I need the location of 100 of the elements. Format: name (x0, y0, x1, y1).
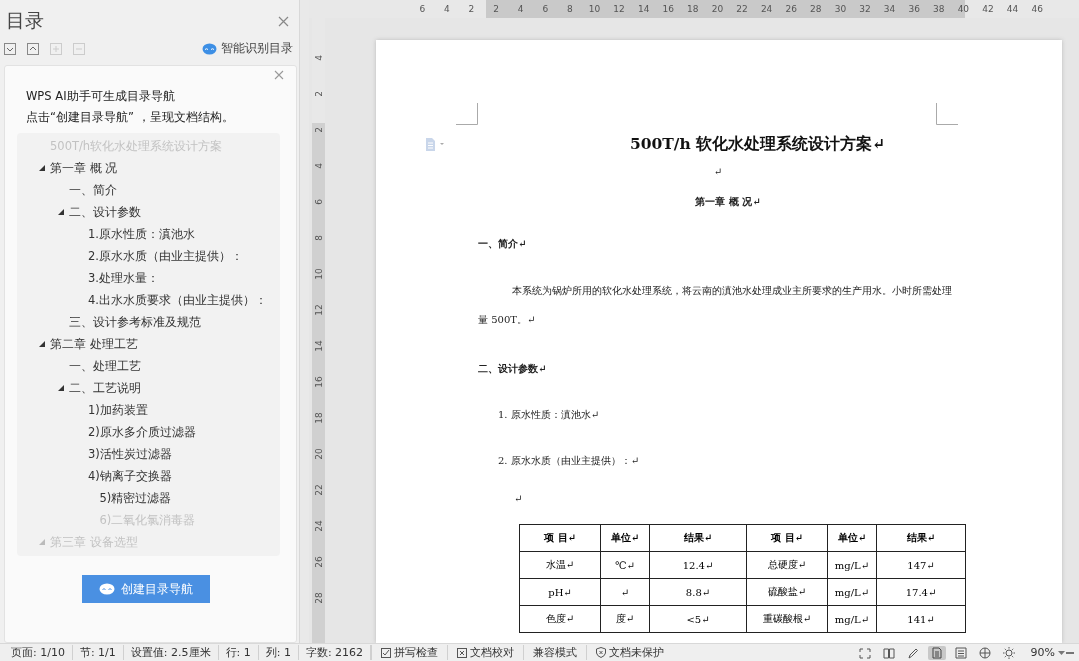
ruler-number: 26 (784, 4, 798, 14)
dropdown-caret-icon[interactable] (1058, 650, 1065, 655)
list-item: 1. 原水性质：滇池水↵ (497, 408, 601, 422)
toc-item[interactable]: 三、设计参考标准及规范 (69, 314, 201, 330)
toc-item[interactable]: 2)原水多介质过滤器 (88, 424, 196, 440)
table-cell: 水温↵ (519, 551, 601, 579)
table-header: 结果↵ (876, 524, 966, 552)
margin-mark-icon (936, 103, 958, 125)
ruler-number: 40 (956, 4, 971, 14)
shield-icon (596, 647, 607, 658)
toc-item[interactable]: 3.处理水量： (88, 270, 159, 286)
ruler-number: 2 (312, 127, 325, 133)
expanded-triangle-icon[interactable] (58, 385, 64, 391)
ruler-number: 20 (312, 448, 325, 460)
smart-toc-button[interactable]: 智能识别目录 (202, 40, 293, 57)
table-cell: pH↵ (519, 578, 601, 606)
ruler-number: 28 (809, 4, 823, 14)
ruler-number: 18 (312, 412, 325, 424)
table-cell: 色度↵ (519, 605, 601, 633)
toc-item[interactable]: 1.原水性质：滇池水 (88, 226, 195, 242)
paragraph-mark: ↵ (513, 492, 524, 506)
toc-item[interactable]: 4)钠离子交换器 (88, 468, 172, 484)
toc-item[interactable]: 一、简介 (69, 182, 117, 198)
spell-check-button[interactable]: 拼写检查 (371, 645, 448, 660)
expanded-triangle-icon[interactable] (39, 165, 45, 171)
status-text: 列: 1 (258, 645, 299, 660)
table-cell: 硫酸盐↵ (746, 578, 828, 606)
toc-item[interactable]: 2.原水水质（由业主提供）： (88, 248, 243, 264)
ruler-number: 22 (312, 484, 325, 496)
toc-item[interactable]: 1)加药装置 (88, 402, 148, 418)
table-cell: mg/L↵ (827, 605, 877, 633)
toc-item[interactable]: 第一章 概 况 (50, 160, 118, 176)
table-header: 项 目↵ (746, 524, 828, 552)
chapter-heading: 第一章 概 况↵ (694, 195, 762, 209)
ruler-number: 46 (1030, 4, 1044, 14)
section-heading: 二、设计参数↵ (478, 362, 548, 376)
ruler-number: 20 (710, 4, 725, 14)
ruler-number: 42 (981, 4, 995, 14)
ruler-number: 14 (312, 340, 325, 352)
toc-item[interactable]: 3)活性炭过滤器 (88, 446, 172, 462)
ruler-number: 24 (312, 520, 325, 532)
table-cell: 8.8↵ (649, 578, 747, 606)
ruler-number: 28 (312, 592, 325, 604)
ruler-number: 44 (1005, 4, 1020, 14)
proofread-button[interactable]: 文档校对 (447, 645, 524, 660)
page-view-icon[interactable] (927, 645, 946, 660)
ruler-number: 8 (566, 4, 574, 14)
table-cell: 总硬度↵ (746, 551, 828, 579)
table-cell: 度↵ (600, 605, 650, 633)
table-cell: 17.4↵ (876, 578, 966, 606)
table-header: 项 目↵ (519, 524, 601, 552)
list-item: 2. 原水水质（由业主提供）：↵ (497, 454, 641, 468)
ruler-number: 4 (312, 55, 325, 61)
table-cell: ↵ (600, 578, 650, 606)
ruler-number: 12 (312, 304, 325, 316)
table-header: 单位↵ (600, 524, 650, 552)
ruler-number: 6 (541, 4, 550, 14)
toc-item[interactable]: 二、设计参数 (69, 204, 141, 220)
paragraph-mark: ↵ (712, 165, 724, 179)
ruler-number: 16 (661, 4, 675, 14)
mode-button[interactable]: 兼容模式 (523, 645, 587, 660)
ruler-number: 18 (686, 4, 700, 14)
panel-title: 目录 (6, 8, 44, 33)
ruler-number: 2 (492, 4, 500, 14)
table-cell: 12.4↵ (649, 551, 747, 579)
ruler-number: 34 (882, 4, 897, 14)
table-cell: 147↵ (876, 551, 966, 579)
table-cell: ℃↵ (600, 551, 650, 579)
ruler-number: 14 (636, 4, 651, 14)
ruler-number: 6 (312, 199, 325, 205)
ruler-number: 4 (312, 163, 325, 169)
hint-text: 点击“创建目录导航” ，呈现文档结构。 (25, 109, 235, 126)
ruler-number: 8 (312, 235, 325, 241)
toc-item[interactable]: 一、处理工艺 (69, 358, 141, 374)
ruler-number: 22 (735, 4, 749, 14)
expanded-triangle-icon[interactable] (39, 341, 45, 347)
ruler-number: 4 (516, 4, 525, 14)
section-heading: 一、简介↵ (478, 237, 528, 251)
cloud-face-icon (202, 42, 217, 55)
protection-button[interactable]: 文档未保护 (586, 645, 674, 660)
table-cell: mg/L↵ (827, 551, 877, 579)
cloud-face-icon (98, 583, 115, 595)
close-icon[interactable] (278, 15, 289, 27)
ruler-number: 10 (587, 4, 602, 14)
expand-all-icon[interactable] (4, 42, 16, 55)
collapse-all-icon[interactable] (27, 42, 39, 55)
expanded-triangle-icon[interactable] (58, 209, 64, 215)
toc-item[interactable]: 5)精密过滤器 (99, 490, 172, 506)
zoom-level[interactable]: 90% (1030, 646, 1055, 659)
toc-item[interactable]: 第二章 处理工艺 (50, 336, 138, 352)
document-title: 500T/h 软化水处理系统设计方案↵ (628, 134, 887, 155)
ruler-number: 2 (312, 91, 325, 97)
ruler-number: 16 (312, 376, 325, 388)
crossed-box-icon (457, 647, 468, 658)
status-text: 行: 1 (218, 645, 259, 660)
toc-item[interactable]: 4.出水水质要求（由业主提供）： (88, 292, 267, 308)
toc-item[interactable]: 二、工艺说明 (69, 380, 141, 396)
body-paragraph: 本系统为锅炉所用的软化水处理系统，将云南的滇池水处理成业主所要求的生产用水。小时所需处理量 500T。↵ (478, 284, 953, 327)
checkbox-icon (381, 647, 392, 658)
close-icon[interactable] (274, 70, 284, 80)
